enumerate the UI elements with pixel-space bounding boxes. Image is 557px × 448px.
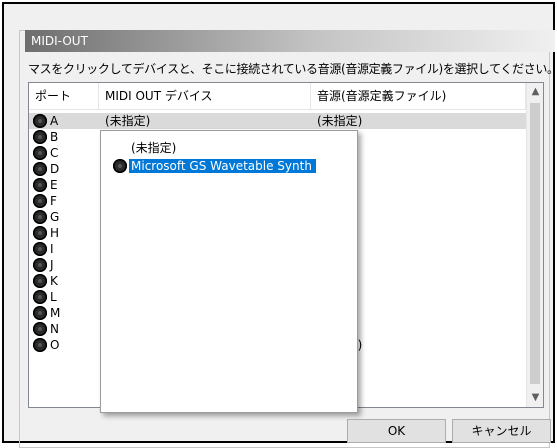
dropdown-option-gs-wavetable[interactable]: Microsoft GS Wavetable Synth	[113, 157, 316, 175]
group-title: MIDI-OUT	[25, 30, 555, 52]
chevron-up-icon[interactable]: ▲	[527, 83, 543, 100]
midi-port-icon	[33, 290, 47, 304]
port-cell[interactable]: J	[33, 257, 54, 273]
port-letter: G	[50, 210, 60, 224]
midi-port-icon	[33, 242, 47, 256]
port-cell[interactable]: I	[33, 241, 54, 257]
dropdown-option-label: Microsoft GS Wavetable Synth	[129, 159, 316, 173]
midi-port-icon	[33, 338, 47, 352]
port-letter: H	[50, 226, 60, 240]
port-cell[interactable]: C	[33, 145, 58, 161]
list-header: ポート MIDI OUT デバイス 音源(音源定義ファイル)	[29, 83, 526, 110]
port-cell[interactable]: E	[33, 177, 58, 193]
port-letter: N	[50, 322, 59, 336]
port-cell[interactable]: H	[33, 225, 59, 241]
midi-port-icon	[33, 178, 47, 192]
midi-port-icon	[33, 114, 47, 128]
chevron-down-icon[interactable]: ▼	[527, 389, 543, 406]
port-letter: K	[50, 274, 58, 288]
midi-port-icon	[33, 306, 47, 320]
device-cell[interactable]: (未指定)	[105, 113, 150, 129]
port-cell[interactable]: F	[33, 193, 57, 209]
scroll-thumb[interactable]	[530, 103, 540, 384]
port-letter: B	[50, 130, 59, 144]
midi-port-icon	[33, 130, 47, 144]
column-header-source[interactable]: 音源(音源定義ファイル)	[311, 83, 526, 109]
port-cell[interactable]: M	[33, 305, 60, 321]
port-cell[interactable]: B	[33, 129, 58, 145]
port-letter: C	[50, 146, 59, 160]
port-letter: J	[50, 258, 54, 272]
port-cell[interactable]: A	[33, 113, 58, 129]
midi-port-icon	[33, 226, 47, 240]
port-letter: I	[50, 242, 54, 256]
midi-port-icon	[33, 162, 47, 176]
instruction-text: マスをクリックしてデバイスと、そこに接続されている音源(音源定義ファイル)を選択…	[28, 62, 557, 76]
midi-port-icon	[33, 146, 47, 160]
column-header-device[interactable]: MIDI OUT デバイス	[99, 83, 311, 109]
port-letter: E	[50, 178, 58, 192]
source-cell[interactable]: (未指定)	[317, 113, 362, 129]
port-letter: O	[50, 338, 60, 352]
midi-port-icon	[33, 274, 47, 288]
port-letter: F	[50, 194, 57, 208]
port-cell[interactable]: L	[33, 289, 57, 305]
port-cell[interactable]: O	[33, 337, 59, 353]
port-letter: M	[50, 306, 61, 320]
port-letter: L	[50, 290, 57, 304]
port-cell[interactable]: K	[33, 273, 58, 289]
column-header-port[interactable]: ポート	[29, 83, 99, 109]
port-cell[interactable]: G	[33, 209, 59, 225]
midi-port-icon	[33, 194, 47, 208]
midi-port-icon	[33, 210, 47, 224]
midi-port-icon	[113, 159, 127, 173]
midi-port-icon	[33, 322, 47, 336]
port-cell[interactable]: D	[33, 161, 59, 177]
cancel-button[interactable]: キャンセル	[452, 419, 551, 443]
midi-port-icon	[33, 258, 47, 272]
ok-button[interactable]: OK	[347, 419, 446, 443]
port-letter: A	[50, 114, 59, 128]
table-row[interactable]: A (未指定) (未指定)	[29, 113, 526, 129]
vertical-scrollbar[interactable]: ▲ ▼	[526, 83, 543, 407]
port-cell[interactable]: N	[33, 321, 59, 337]
dropdown-option-label: (未指定)	[131, 141, 177, 155]
port-letter: D	[50, 162, 60, 176]
dropdown-option-unassigned[interactable]: (未指定)	[131, 139, 176, 157]
device-dropdown-popup: (未指定) Microsoft GS Wavetable Synth	[100, 130, 358, 413]
